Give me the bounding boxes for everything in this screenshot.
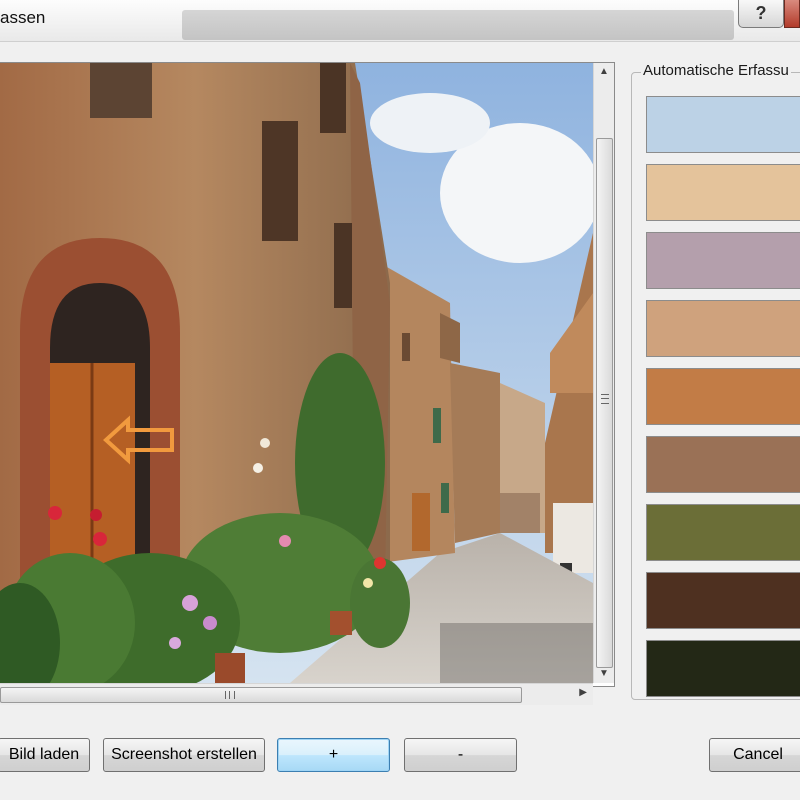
- horizontal-scrollbar[interactable]: ▶: [0, 683, 593, 705]
- image-preview-panel: ▲ ▼ ▶: [0, 62, 615, 705]
- load-image-button[interactable]: Bild laden: [0, 738, 90, 772]
- horizontal-scroll-thumb[interactable]: [0, 687, 522, 703]
- horizontal-grip-icon: [225, 691, 235, 699]
- color-swatch[interactable]: [646, 504, 800, 561]
- color-swatch[interactable]: [646, 368, 800, 425]
- help-button[interactable]: ?: [738, 0, 784, 28]
- cancel-button[interactable]: Cancel: [709, 738, 800, 772]
- scroll-down-arrow-icon[interactable]: ▼: [594, 665, 614, 683]
- vertical-grip-icon: [601, 394, 609, 404]
- add-color-button[interactable]: +: [277, 738, 390, 772]
- preview-photo[interactable]: [0, 63, 593, 683]
- color-swatch[interactable]: [646, 436, 800, 493]
- screenshot-button[interactable]: Screenshot erstellen: [103, 738, 265, 772]
- window-title: assen: [0, 8, 46, 27]
- color-swatch[interactable]: [646, 300, 800, 357]
- remove-color-button[interactable]: -: [404, 738, 517, 772]
- street-photo-illustration: [0, 63, 593, 683]
- title-bar: assen ?: [0, 0, 800, 42]
- vertical-scrollbar[interactable]: ▲ ▼: [593, 63, 614, 683]
- scroll-up-arrow-icon[interactable]: ▲: [594, 63, 614, 81]
- color-swatch[interactable]: [646, 572, 800, 629]
- vertical-scroll-thumb[interactable]: [596, 138, 613, 668]
- color-swatch[interactable]: [646, 96, 800, 153]
- title-bar-glass: [182, 10, 734, 40]
- palette-title: Automatische Erfassu: [641, 62, 791, 79]
- scroll-right-arrow-icon[interactable]: ▶: [579, 687, 587, 698]
- color-swatch[interactable]: [646, 232, 800, 289]
- color-swatch[interactable]: [646, 640, 800, 697]
- color-swatch[interactable]: [646, 164, 800, 221]
- close-button[interactable]: [784, 0, 800, 28]
